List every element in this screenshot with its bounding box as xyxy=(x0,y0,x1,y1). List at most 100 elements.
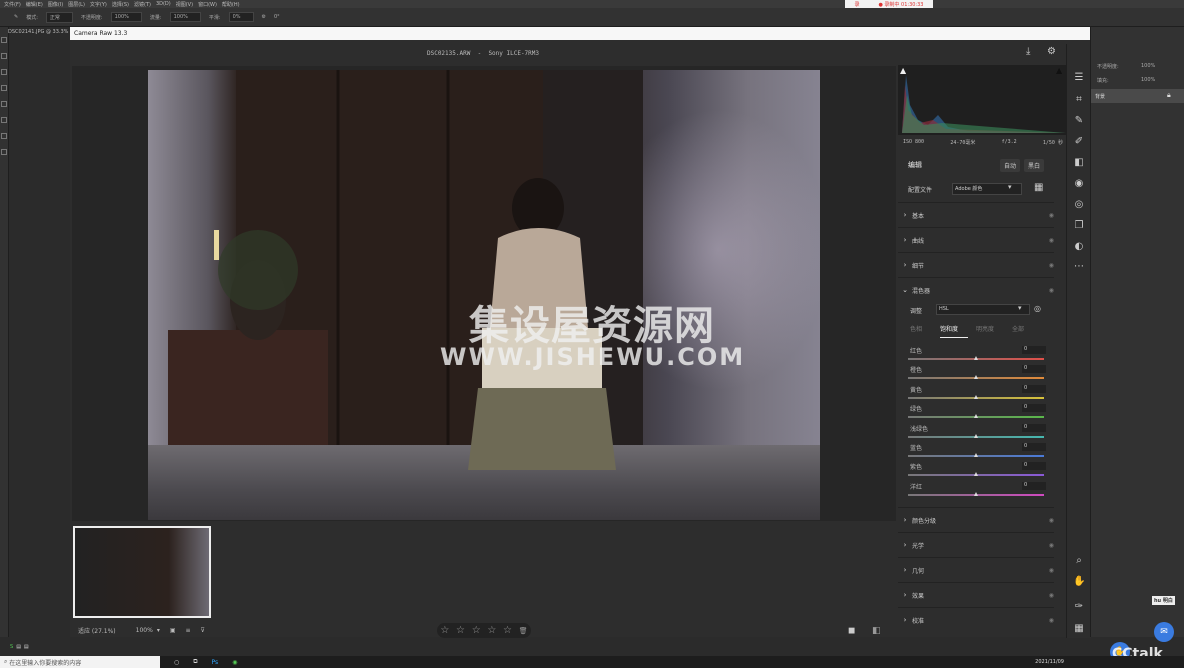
section-detail[interactable]: › 细节 ◉ xyxy=(898,252,1054,277)
eye-icon[interactable]: ◉ xyxy=(1049,287,1054,294)
menu-edit[interactable]: 编辑(E) xyxy=(26,1,43,8)
single-view-icon[interactable]: ◼ xyxy=(848,626,855,636)
slider-track[interactable] xyxy=(908,491,1044,496)
save-icon[interactable]: ⤓ xyxy=(1026,46,1030,57)
slider-value[interactable]: 0 xyxy=(1022,481,1046,490)
eye-icon[interactable]: ◉ xyxy=(1049,212,1054,219)
tool-icon[interactable] xyxy=(1,149,7,155)
slider-thumb[interactable] xyxy=(974,433,978,438)
zoom-fit[interactable]: 适应 (27.1%) xyxy=(78,626,116,635)
bw-button[interactable]: 黑白 xyxy=(1024,159,1045,172)
angle-field[interactable]: 0° xyxy=(274,14,280,20)
filter-icon[interactable]: ⊽ xyxy=(201,627,205,634)
tool-icon[interactable] xyxy=(1,53,7,59)
zoom-icon[interactable]: ⌕ xyxy=(1073,555,1085,567)
redeye-icon[interactable]: ◎ xyxy=(1073,199,1085,211)
shadow-clip-icon[interactable]: ▲ xyxy=(900,66,906,75)
tool-icon[interactable] xyxy=(1,85,7,91)
menu-image[interactable]: 图像(I) xyxy=(48,1,63,8)
app-icon[interactable]: S xyxy=(10,644,13,650)
slider-thumb[interactable] xyxy=(974,414,978,419)
opacity-field[interactable]: 100% xyxy=(110,12,142,22)
section-color-mixer[interactable]: ⌄ 混色器 ◉ xyxy=(898,277,1054,302)
slider-thumb[interactable] xyxy=(974,472,978,477)
app-icon[interactable]: ▤ xyxy=(16,644,21,650)
slider-thumb[interactable] xyxy=(974,491,978,496)
section-calibration[interactable]: › 校准 ◉ xyxy=(898,607,1054,632)
opacity-value[interactable]: 100% xyxy=(1141,63,1155,69)
section-curve[interactable]: › 曲线 ◉ xyxy=(898,227,1054,252)
menu-view[interactable]: 视图(V) xyxy=(176,1,193,8)
target-adjust-icon[interactable]: ◎ xyxy=(1034,304,1041,313)
tool-icon[interactable] xyxy=(1,101,7,107)
star-3[interactable]: ☆ xyxy=(472,625,481,636)
menu-select[interactable]: 选择(S) xyxy=(112,1,129,8)
slider-track[interactable] xyxy=(908,356,1044,360)
tab-luminance[interactable]: 明亮度 xyxy=(976,324,994,333)
menu-file[interactable]: 文件(F) xyxy=(4,1,21,8)
star-1[interactable]: ☆ xyxy=(440,625,449,636)
highlight-clip-icon[interactable]: ▲ xyxy=(1056,66,1062,75)
slider-thumb[interactable] xyxy=(974,394,978,399)
mode-select[interactable]: 正常 xyxy=(45,11,73,23)
section-geometry[interactable]: › 几何 ◉ xyxy=(898,557,1054,582)
app-icon[interactable]: ▤ xyxy=(24,644,29,650)
section-optics[interactable]: › 光学 ◉ xyxy=(898,532,1054,557)
slider-thumb[interactable] xyxy=(974,453,978,457)
chevron-down-icon[interactable]: ▾ xyxy=(157,627,160,634)
snapshot-icon[interactable]: ❐ xyxy=(1073,220,1085,232)
slider-thumb[interactable] xyxy=(974,356,978,360)
menu-3d[interactable]: 3D(D) xyxy=(156,1,171,7)
tool-icon[interactable] xyxy=(1,69,7,75)
slider-value[interactable]: 0 xyxy=(1022,462,1046,471)
star-5[interactable]: ☆ xyxy=(503,625,512,636)
slider-track[interactable] xyxy=(908,375,1044,380)
tool-icon[interactable] xyxy=(1,133,7,139)
slider-track[interactable] xyxy=(908,453,1044,457)
eye-icon[interactable]: ◉ xyxy=(1049,517,1054,524)
menu-type[interactable]: 文字(Y) xyxy=(90,1,107,8)
slider-value[interactable]: 0 xyxy=(1022,365,1046,374)
auto-button[interactable]: 自动 xyxy=(1000,159,1021,172)
slider-value[interactable]: 0 xyxy=(1022,346,1046,354)
menu-window[interactable]: 窗口(W) xyxy=(198,1,217,8)
tool-icon[interactable] xyxy=(1,117,7,123)
taskbar-search[interactable]: ⌕ 在这里输入你要搜索的内容 xyxy=(0,656,160,668)
eye-icon[interactable]: ◉ xyxy=(1049,617,1054,624)
adjust-select[interactable]: HSL xyxy=(936,304,1030,315)
brush-icon[interactable]: ✐ xyxy=(1073,136,1085,148)
star-4[interactable]: ☆ xyxy=(487,625,496,636)
radial-icon[interactable]: ◉ xyxy=(1073,178,1085,190)
section-color-grading[interactable]: › 颜色分级 ◉ xyxy=(898,507,1054,532)
slider-thumb[interactable] xyxy=(974,375,978,380)
taskview-icon[interactable]: ⧉ xyxy=(193,658,197,666)
smooth-field[interactable]: 0% xyxy=(228,12,254,22)
document-tab[interactable]: DSC02141.JPG @ 33.3% xyxy=(8,27,70,37)
menu-help[interactable]: 帮助(H) xyxy=(222,1,240,8)
gradient-icon[interactable]: ◧ xyxy=(1073,157,1085,169)
eye-icon[interactable]: ◉ xyxy=(1049,262,1054,269)
slider-track[interactable] xyxy=(908,414,1044,419)
tab-all[interactable]: 全部 xyxy=(1012,324,1024,333)
chat-icon[interactable]: ✉ xyxy=(1154,622,1174,642)
slider-track[interactable] xyxy=(908,433,1044,438)
compare-icon[interactable]: ▣ xyxy=(170,627,176,634)
fill-value[interactable]: 100% xyxy=(1141,77,1155,83)
sort-icon[interactable]: ≡ xyxy=(186,627,191,634)
slider-track[interactable] xyxy=(908,472,1044,477)
gear-icon[interactable]: ⚙ xyxy=(262,14,266,20)
eyedropper-icon[interactable]: ✑ xyxy=(1073,601,1085,613)
eye-icon[interactable]: ◉ xyxy=(1049,542,1054,549)
tab-saturation[interactable]: 饱和度 xyxy=(940,324,958,333)
crop-icon[interactable]: ⌗ xyxy=(1073,94,1085,106)
section-basic[interactable]: › 基本 ◉ xyxy=(898,202,1054,227)
brush-icon[interactable]: ✎ xyxy=(14,14,18,20)
slider-value[interactable]: 0 xyxy=(1022,384,1046,393)
presets-icon[interactable]: ◐ xyxy=(1073,241,1085,253)
edit-sliders-icon[interactable]: ☰ xyxy=(1073,72,1085,84)
slider-value[interactable]: 0 xyxy=(1022,423,1046,432)
cortana-icon[interactable]: ○ xyxy=(174,659,179,666)
profile-browser-icon[interactable]: ▦ xyxy=(1034,182,1043,193)
slider-value[interactable]: 0 xyxy=(1022,443,1046,451)
zoom-select[interactable]: 100% xyxy=(136,627,153,634)
